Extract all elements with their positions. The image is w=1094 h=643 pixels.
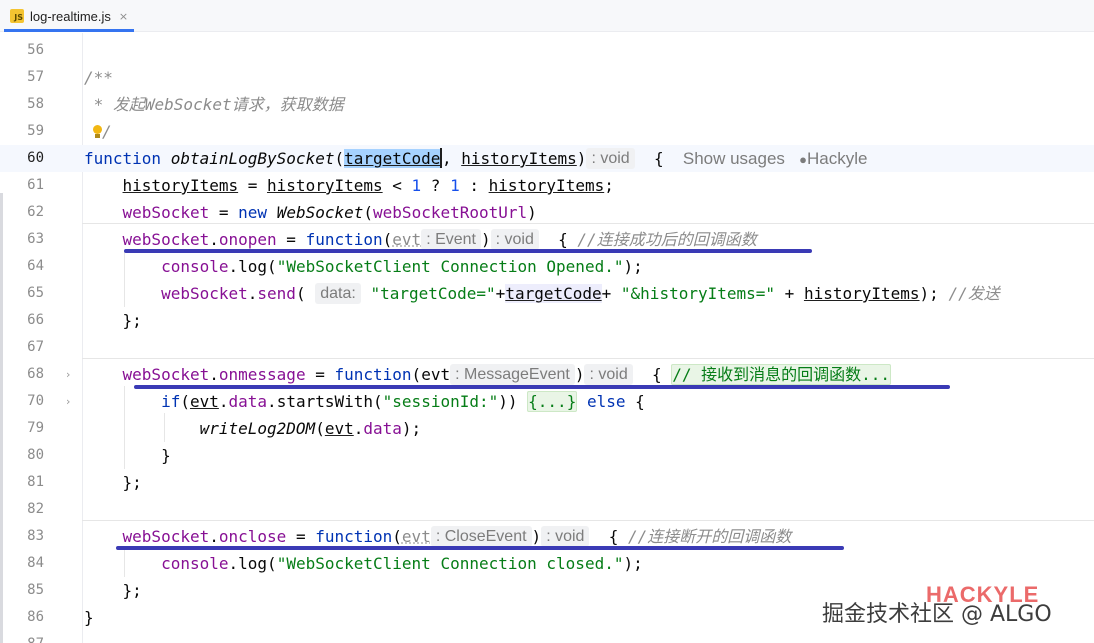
line-number: 68 [27,366,44,382]
show-usages-link[interactable]: Show usages [683,149,785,168]
lightbulb-icon[interactable] [92,125,102,139]
line-number: 65 [27,285,44,301]
doc-comment-text: * 发起WebSocket请求，获取数据 [84,95,344,114]
code-line[interactable]: 64 console.log("WebSocketClient Connecti… [0,253,1094,280]
user-icon: ● [799,152,807,167]
line-number: 86 [27,609,44,625]
line-number: 64 [27,258,44,274]
line-number: 67 [27,339,44,355]
line-number: 57 [27,69,44,85]
line-number: 66 [27,312,44,328]
line-number: 56 [27,42,44,58]
code-line[interactable]: 79 writeLog2DOM(evt.data); [0,415,1094,442]
code-line[interactable]: 67 [0,334,1094,361]
code-line[interactable]: 87 [0,631,1094,643]
line-number: 87 [0,631,44,643]
fold-chevron-icon[interactable]: › [66,388,70,415]
code-line[interactable]: 68 › webSocket.onmessage = function(evt:… [0,361,1094,388]
keyword-function: function [84,149,162,168]
line-number: 63 [27,231,44,247]
param-type-hint: : Event [421,229,481,250]
line-number: 62 [27,204,44,220]
annotation-underline-onclose [116,546,844,550]
code-line[interactable]: 82 [0,496,1094,523]
tab-title: log-realtime.js [30,8,111,24]
annotation-underline-onopen [124,249,812,253]
line-number: 70 [27,393,44,409]
fold-chevron-icon[interactable]: › [66,361,70,388]
line-number: 59 [27,123,44,139]
param-name-hint: data: [315,283,361,304]
param-targetcode: targetCode [344,149,441,168]
annotation-underline-onmessage [134,385,950,389]
line-number: 83 [27,528,44,544]
code-line[interactable]: 59 / [0,118,1094,145]
code-line[interactable]: 84 console.log("WebSocketClient Connecti… [0,550,1094,577]
code-editor[interactable]: 56 57 /** 58 * 发起WebSocket请求，获取数据 59 / 6… [0,33,1094,643]
param-historyitems: historyItems [461,149,577,168]
code-line[interactable]: 62 webSocket = new WebSocket(webSocketRo… [0,199,1094,226]
close-icon[interactable]: × [119,10,128,23]
text-caret [440,148,442,168]
code-line[interactable]: 58 * 发起WebSocket请求，获取数据 [0,91,1094,118]
active-tab-indicator [4,29,134,32]
editor-tab-bar: JS log-realtime.js × [0,0,1094,32]
comment-onopen: //连接成功后的回调函数 [577,230,757,249]
doc-comment-open: /** [84,68,113,87]
code-line[interactable]: 61 historyItems = historyItems < 1 ? 1 :… [0,172,1094,199]
tab-log-realtime-js[interactable]: JS log-realtime.js × [4,0,134,32]
code-line[interactable]: 66 }; [0,307,1094,334]
doc-comment-close: / [102,122,112,141]
code-line[interactable]: 56 [0,37,1094,64]
line-number: 58 [27,96,44,112]
code-line[interactable]: 80 } [0,442,1094,469]
folded-comment[interactable]: // 接收到消息的回调函数... [671,364,892,385]
line-number: 84 [27,555,44,571]
line-number: 61 [27,177,44,193]
line-number: 85 [27,582,44,598]
code-line[interactable]: 65 webSocket.send( data: "targetCode="+t… [0,280,1094,307]
line-number: 79 [27,420,44,436]
code-line[interactable]: 57 /** [0,64,1094,91]
comment-onclose: //连接断开的回调函数 [627,527,792,546]
author-link[interactable]: Hackyle [807,149,867,168]
code-line[interactable]: 70 › if(evt.data.startsWith("sessionId:"… [0,388,1094,415]
code-line[interactable]: 81 }; [0,469,1094,496]
code-line-current[interactable]: 60 function obtainLogBySocket(targetCode… [0,145,1094,172]
line-number: 60 [27,150,44,166]
line-number: 81 [27,474,44,490]
js-file-icon: JS [10,9,24,23]
function-name: obtainLogBySocket [170,149,335,168]
return-type-hint: : void [586,148,635,169]
folded-block[interactable]: {...} [527,391,578,412]
line-number: 80 [27,447,44,463]
watermark-text: 掘金技术社区 @ ALGO [822,602,1052,627]
line-number: 82 [27,501,44,517]
